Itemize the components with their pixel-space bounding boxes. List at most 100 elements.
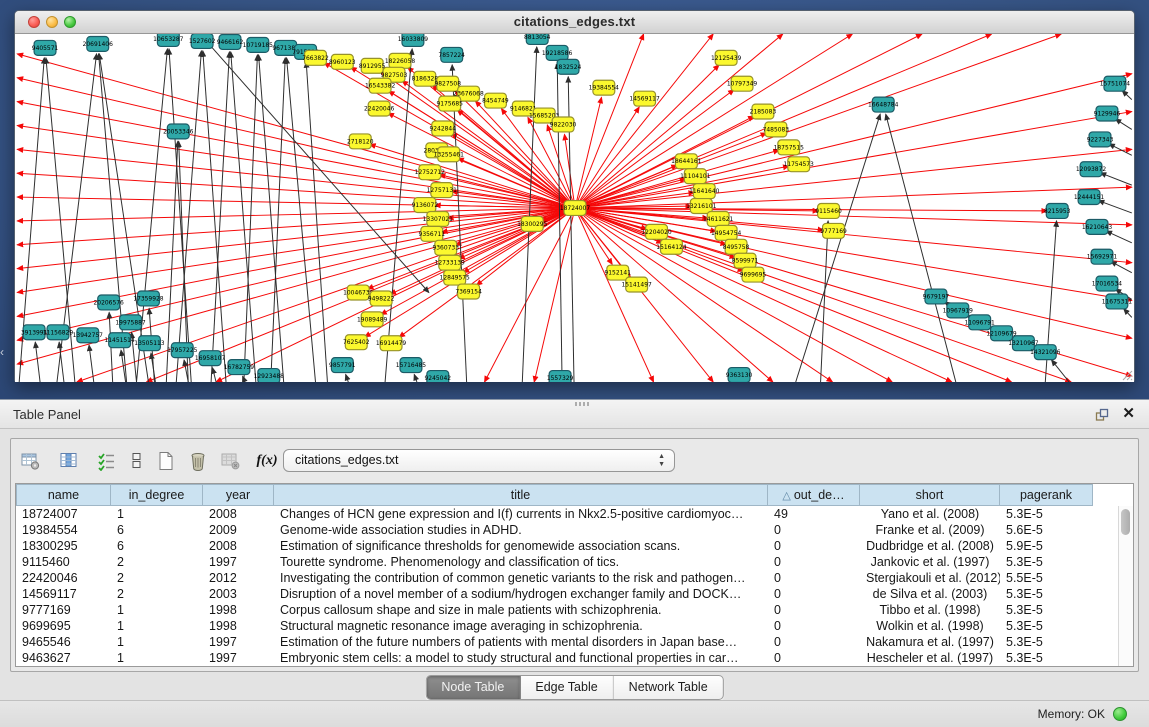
graph-node-14321096[interactable]: 14321096 — [1030, 345, 1061, 360]
table-row[interactable]: 977716911998Corpus callosum shape and si… — [16, 602, 1118, 618]
graph-node-7663822[interactable]: 7663822 — [302, 50, 329, 65]
citation-edge-red[interactable] — [575, 34, 783, 208]
new-document-icon[interactable] — [156, 451, 178, 471]
citation-edge-red[interactable] — [17, 208, 575, 293]
graph-node-14954754[interactable]: 14954754 — [711, 225, 742, 240]
citation-edge-red[interactable] — [575, 34, 922, 208]
resize-grip[interactable] — [1120, 368, 1133, 381]
graph-node-14569117[interactable]: 14569117 — [629, 91, 660, 106]
graph-node-9699695[interactable]: 9699695 — [740, 267, 767, 282]
graph-node-9466162[interactable]: 9466162 — [217, 34, 244, 49]
graph-node-1527602[interactable]: 1527602 — [189, 34, 216, 48]
citation-edge-black[interactable] — [1122, 91, 1132, 100]
splitter-grip[interactable] — [575, 402, 589, 406]
graph-node-8813054[interactable]: 8813054 — [524, 34, 551, 44]
graph-node-1557329[interactable]: 1557329 — [547, 371, 574, 382]
column-header-out_de[interactable]: △out_de… — [768, 484, 860, 506]
graph-node-17957225[interactable]: 17957225 — [167, 343, 198, 358]
table-row[interactable]: 969969511998Structural magnetic resonanc… — [16, 618, 1118, 634]
graph-node-12923488[interactable]: 12923488 — [254, 369, 285, 382]
graph-node-8960123[interactable]: 8960123 — [329, 54, 356, 69]
citation-edge-black[interactable] — [35, 342, 40, 382]
citation-edge-black[interactable] — [821, 221, 828, 382]
graph-node-9245042[interactable]: 9245042 — [425, 371, 452, 382]
graph-node-22420046[interactable]: 22420046 — [364, 101, 395, 116]
graph-node-18644161[interactable]: 18644161 — [671, 154, 702, 169]
column-header-pagerank[interactable]: pagerank — [1000, 484, 1093, 506]
graph-node-14611621[interactable]: 14611621 — [703, 211, 734, 226]
citation-edge-black[interactable] — [306, 62, 327, 382]
table-row[interactable]: 1830029562008Estimation of significance … — [16, 538, 1118, 554]
graph-node-9777169[interactable]: 9777169 — [820, 223, 847, 238]
graph-node-9136072[interactable]: 9136072 — [412, 198, 439, 213]
graph-node-16033809[interactable]: 16033809 — [398, 34, 429, 46]
graph-node-12752712[interactable]: 12752712 — [415, 165, 446, 180]
graph-node-9356711[interactable]: 9356711 — [419, 226, 446, 241]
memory-status-icon[interactable] — [1113, 707, 1127, 721]
graph-node-16210643[interactable]: 16210643 — [1082, 219, 1113, 234]
citation-edge-black[interactable] — [137, 49, 168, 382]
citation-edge-red[interactable] — [575, 208, 952, 382]
graph-node-11156829[interactable]: 11156829 — [43, 325, 74, 340]
graph-node-12444151[interactable]: 12444151 — [1074, 190, 1105, 205]
citation-edge-black[interactable] — [886, 114, 956, 382]
citation-edge-red[interactable] — [216, 208, 575, 382]
graph-node-12093872[interactable]: 12093872 — [1076, 162, 1107, 177]
graph-node-7369154[interactable]: 7369154 — [455, 284, 482, 299]
graph-node-20691406[interactable]: 20691406 — [83, 36, 114, 51]
citation-edge-red[interactable] — [575, 133, 767, 208]
graph-node-11451514[interactable]: 11451514 — [104, 333, 135, 348]
citation-edge-black[interactable] — [796, 114, 881, 382]
graph-node-15164124[interactable]: 15164124 — [656, 239, 687, 254]
graph-node-15716485[interactable]: 15716485 — [396, 358, 427, 373]
graph-node-12733139[interactable]: 12733139 — [435, 255, 466, 270]
citation-edge-red[interactable] — [575, 74, 1132, 208]
graph-node-19089489[interactable]: 19089489 — [357, 312, 388, 327]
citation-edge-red[interactable] — [370, 144, 575, 208]
column-header-short[interactable]: short — [860, 484, 1000, 506]
citation-edge-black[interactable] — [213, 368, 217, 382]
tab-network-table[interactable]: Network Table — [614, 676, 723, 699]
graph-node-17359928[interactable]: 17359928 — [133, 291, 164, 306]
table-row[interactable]: 1872400712008Changes of HCN gene express… — [16, 506, 1118, 522]
graph-node-18300295[interactable]: 18300295 — [517, 216, 548, 231]
graph-node-9360733[interactable]: 9360733 — [432, 240, 459, 255]
graph-node-13505113[interactable]: 13505113 — [134, 336, 165, 351]
graph-node-18757515[interactable]: 18757515 — [774, 140, 805, 155]
tab-edge-table[interactable]: Edge Table — [520, 676, 613, 699]
graph-node-11754573[interactable]: 11754573 — [784, 157, 815, 172]
citation-edge-red[interactable] — [17, 208, 575, 364]
graph-node-19384554[interactable]: 19384554 — [589, 80, 620, 95]
graph-node-13942757[interactable]: 13942757 — [73, 328, 104, 343]
citation-edge-red[interactable] — [17, 208, 575, 245]
graph-node-9498222[interactable]: 9498222 — [368, 291, 395, 306]
graph-node-7485083[interactable]: 7485083 — [763, 122, 790, 137]
citation-network-graph[interactable]: 9405571206914061065328715276029466162107… — [15, 34, 1134, 382]
table-row[interactable]: 946554611997Estimation of the future num… — [16, 634, 1118, 650]
graph-node-9363130[interactable]: 9363130 — [726, 368, 753, 382]
hub-node-18724007[interactable]: 18724007 — [560, 201, 591, 216]
graph-node-9227343[interactable]: 9227343 — [1087, 132, 1114, 147]
graph-node-15141497[interactable]: 15141497 — [621, 277, 652, 292]
graph-node-20206576[interactable]: 20206576 — [94, 295, 125, 310]
graph-node-11641640[interactable]: 11641640 — [689, 184, 720, 199]
graph-node-7857224[interactable]: 7857224 — [438, 47, 465, 62]
tab-node-table[interactable]: Node Table — [426, 676, 520, 699]
citation-edge-black[interactable] — [1111, 261, 1132, 272]
graph-node-12125439[interactable]: 12125439 — [711, 50, 742, 65]
graph-node-9679197[interactable]: 9679197 — [923, 289, 950, 304]
table-row[interactable]: 911546021997Tourette syndrome. Phenomeno… — [16, 554, 1118, 570]
column-header-year[interactable]: year — [203, 484, 274, 506]
graph-node-16648784[interactable]: 16648784 — [868, 97, 899, 112]
citation-edge-black[interactable] — [231, 52, 256, 382]
citation-edge-black[interactable] — [346, 374, 349, 382]
scrollbar-thumb[interactable] — [1121, 509, 1130, 535]
citation-edge-red[interactable] — [575, 116, 754, 208]
table-selector-dropdown[interactable]: citations_edges.txt ▲▼ — [283, 449, 675, 472]
window-titlebar[interactable]: citations_edges.txt — [15, 11, 1134, 34]
graph-node-12757131[interactable]: 12757131 — [427, 183, 458, 198]
table-scrollbar[interactable] — [1118, 506, 1133, 666]
graph-node-8454749[interactable]: 8454749 — [482, 93, 509, 108]
graph-node-2718120[interactable]: 2718120 — [347, 134, 374, 149]
graph-node-11104101[interactable]: 11104101 — [680, 169, 711, 184]
